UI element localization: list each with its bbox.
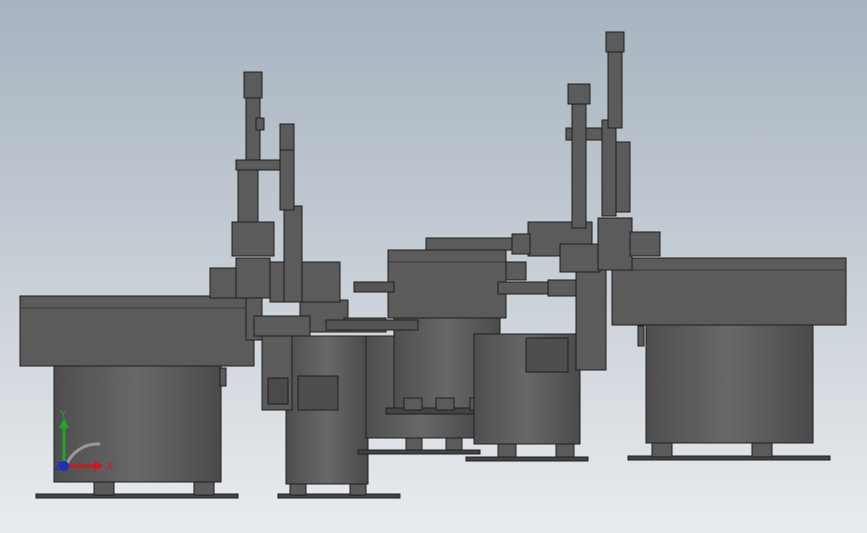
x-axis-label: X — [106, 460, 114, 473]
feeder-bowl-center-right[interactable] — [465, 333, 589, 462]
feeder-bowl-right[interactable] — [611, 257, 847, 461]
z-axis-label: Z — [54, 460, 62, 473]
y-axis-label: Y — [59, 408, 67, 421]
assembly-model[interactable] — [0, 0, 867, 533]
orientation-triad: Y X Z — [54, 408, 114, 473]
cad-viewport[interactable]: Y X Z — [0, 0, 867, 533]
